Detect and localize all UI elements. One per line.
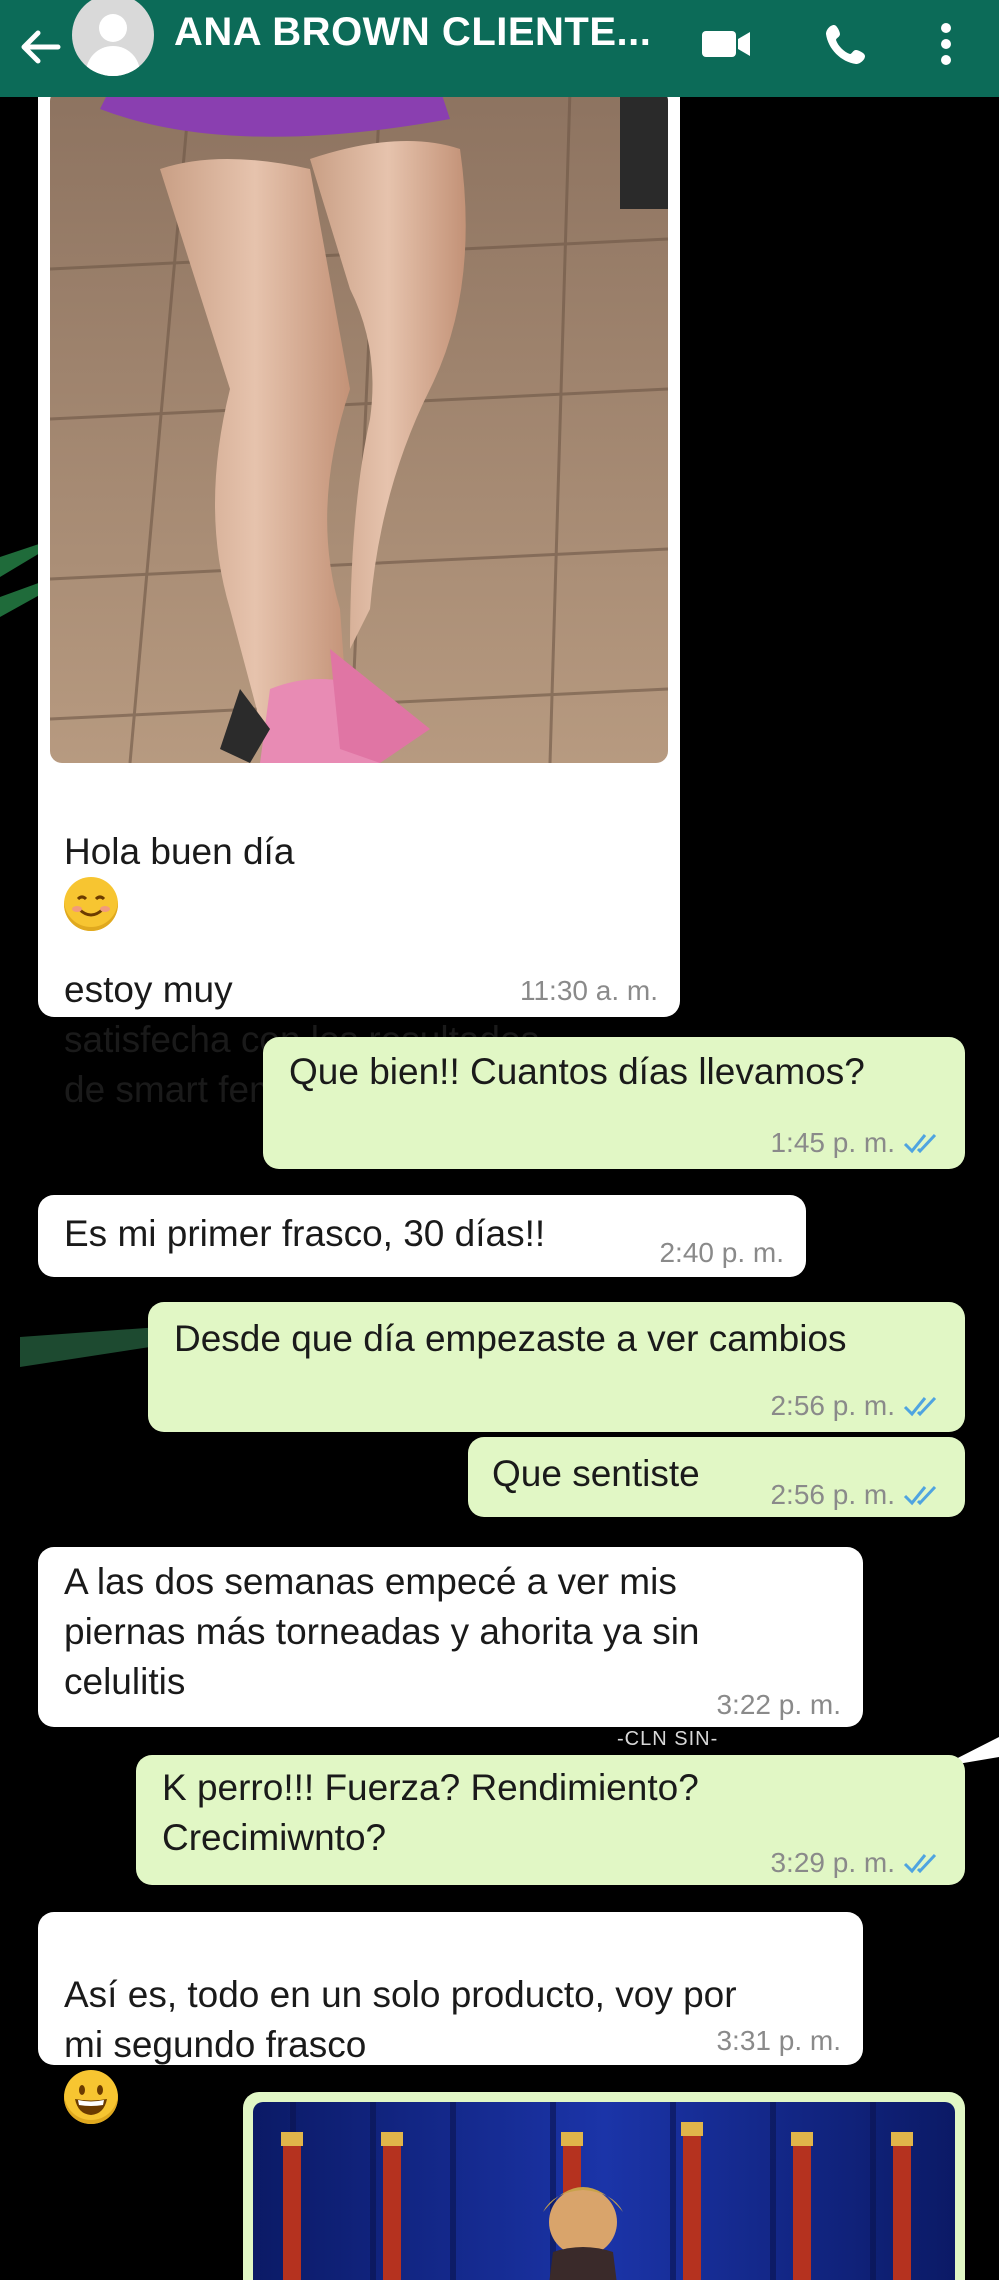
video-camera-icon xyxy=(702,31,750,57)
message-bubble-incoming[interactable]: Hola buen día estoy muy satisfecha con l… xyxy=(38,97,680,1110)
read-ticks-icon xyxy=(903,1133,937,1154)
read-ticks-icon xyxy=(903,1396,937,1417)
message-bubble-incoming[interactable]: A las dos semanas empecé a ver mis piern… xyxy=(38,1547,863,1727)
message-time: 3:22 p. m. xyxy=(716,1689,841,1720)
message-text: Desde que día empezaste a ver cambios xyxy=(174,1318,847,1359)
voice-call-button[interactable] xyxy=(816,14,876,74)
message-text: Que sentiste xyxy=(492,1453,700,1494)
message-text: K perro!!! Fuerza? Rendimiento? Crecimiw… xyxy=(162,1767,699,1858)
message-bubble-outgoing[interactable] xyxy=(243,2092,965,2280)
message-bubble-outgoing[interactable]: Que bien!! Cuantos días llevamos? 1:45 p… xyxy=(263,1037,965,1169)
video-call-button[interactable] xyxy=(696,14,756,74)
message-time: 1:45 p. m. xyxy=(770,1127,943,1159)
avatar[interactable] xyxy=(72,0,154,76)
grinning-face-emoji xyxy=(64,2070,118,2124)
message-time: 2:56 p. m. xyxy=(770,1479,943,1511)
phone-icon xyxy=(826,25,865,64)
arrow-left-icon[interactable] xyxy=(14,20,68,74)
legs-photo[interactable] xyxy=(50,97,668,763)
message-time: 3:31 p. m. xyxy=(716,2025,841,2056)
smiling-face-emoji xyxy=(64,877,118,931)
message-text: A las dos semanas empecé a ver mis piern… xyxy=(64,1561,700,1702)
message-bubble-outgoing[interactable]: Desde que día empezaste a ver cambios 2:… xyxy=(148,1302,965,1432)
message-bubble-incoming[interactable]: Así es, todo en un solo producto, voy po… xyxy=(38,1912,863,2124)
more-options-button[interactable] xyxy=(916,14,976,74)
message-time: 3:29 p. m. xyxy=(770,1847,943,1879)
read-ticks-icon xyxy=(903,1485,937,1506)
message-text: Es mi primer frasco, 30 días!! xyxy=(64,1213,546,1254)
message-time: 2:56 p. m. xyxy=(770,1390,943,1422)
background-decoration xyxy=(20,1327,160,1367)
message-bubble-outgoing[interactable]: Que sentiste 2:56 p. m. xyxy=(468,1437,965,1517)
chat-header: ANA BROWN CLIENTE... xyxy=(0,0,999,97)
read-ticks-icon xyxy=(903,1853,937,1874)
contact-name[interactable]: ANA BROWN CLIENTE... xyxy=(174,10,651,55)
trophy-stage-photo[interactable] xyxy=(253,2102,955,2280)
message-time: 2:40 p. m. xyxy=(659,1237,784,1268)
chat-area[interactable]: Hola buen día estoy muy satisfecha con l… xyxy=(0,97,999,2280)
overlay-watermark: -CLN SIN- xyxy=(617,1728,719,1750)
more-vertical-icon xyxy=(941,23,951,65)
message-bubble-outgoing[interactable]: K perro!!! Fuerza? Rendimiento? Crecimiw… xyxy=(136,1755,965,1885)
message-bubble-incoming[interactable]: Es mi primer frasco, 30 días!! 2:40 p. m… xyxy=(38,1195,806,1277)
message-text-part: Así es, todo en un solo producto, voy po… xyxy=(64,1974,737,2065)
message-time: 11:30 a. m. xyxy=(519,975,658,1006)
message-text-part: Hola buen día xyxy=(64,831,295,872)
message-text: Que bien!! Cuantos días llevamos? xyxy=(289,1051,865,1092)
